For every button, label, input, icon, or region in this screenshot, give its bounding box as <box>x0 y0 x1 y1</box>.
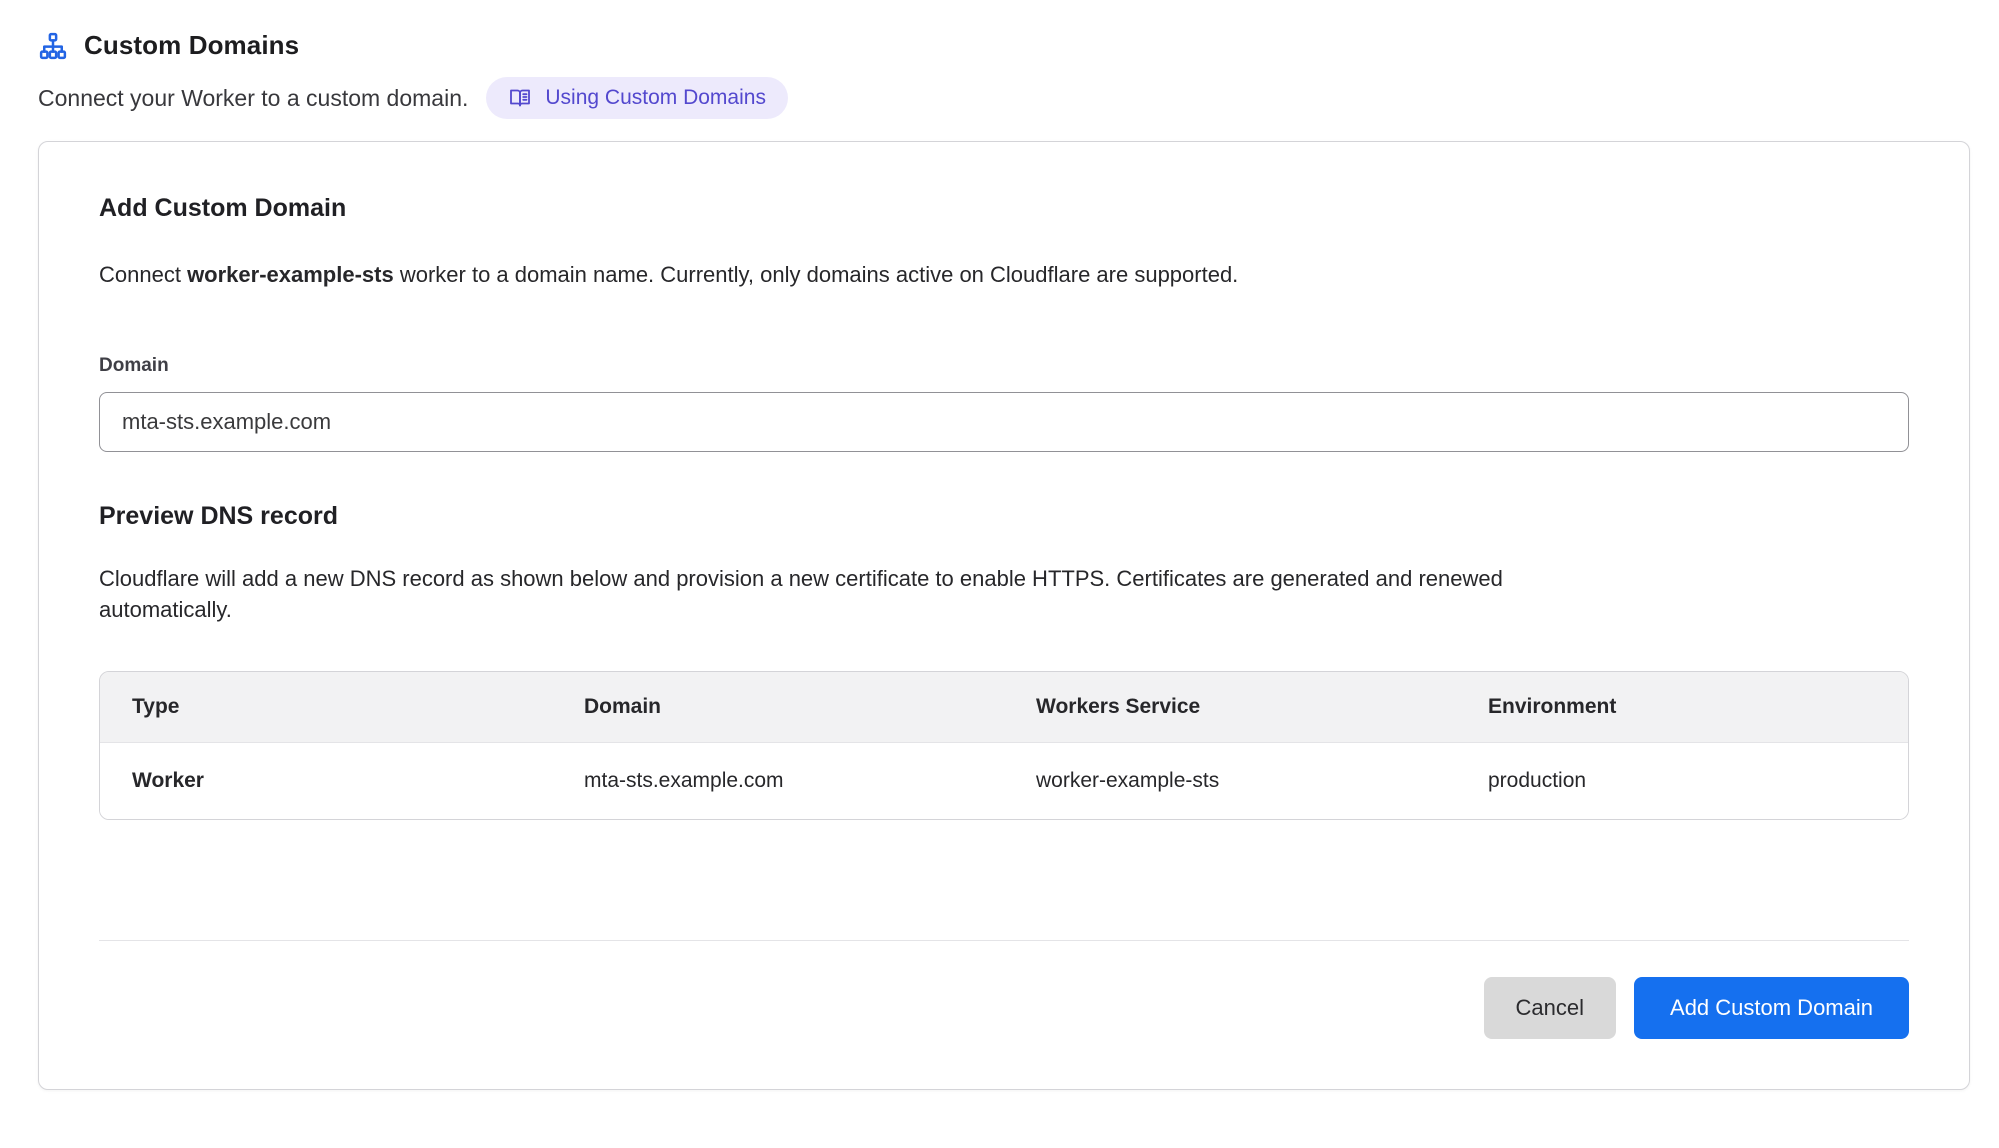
using-custom-domains-link[interactable]: Using Custom Domains <box>486 77 788 119</box>
card-title: Add Custom Domain <box>99 194 1909 223</box>
domain-field-label: Domain <box>99 355 1909 377</box>
column-header-workers-service: Workers Service <box>1004 672 1456 743</box>
cell-type: Worker <box>100 743 552 819</box>
page-title: Custom Domains <box>84 30 299 61</box>
table-row: Worker mta-sts.example.com worker-exampl… <box>100 743 1908 819</box>
dns-preview-table: Type Domain Workers Service Environment … <box>99 671 1909 820</box>
page-subtitle-row: Connect your Worker to a custom domain. … <box>0 61 1999 119</box>
cell-domain: mta-sts.example.com <box>552 743 1004 819</box>
preview-dns-description: Cloudflare will add a new DNS record as … <box>99 563 1559 625</box>
page-subtitle: Connect your Worker to a custom domain. <box>38 85 468 112</box>
cell-workers-service: worker-example-sts <box>1004 743 1456 819</box>
book-icon <box>508 86 532 110</box>
doc-link-label: Using Custom Domains <box>545 86 766 110</box>
add-custom-domain-card: Add Custom Domain Connect worker-example… <box>38 141 1970 1090</box>
add-custom-domain-button[interactable]: Add Custom Domain <box>1634 977 1909 1039</box>
intro-suffix: worker to a domain name. Currently, only… <box>394 262 1239 287</box>
column-header-type: Type <box>100 672 552 743</box>
intro-prefix: Connect <box>99 262 187 287</box>
column-header-domain: Domain <box>552 672 1004 743</box>
sitemap-icon <box>38 31 68 61</box>
domain-input[interactable] <box>99 392 1909 452</box>
card-footer: Cancel Add Custom Domain <box>99 941 1909 1039</box>
cell-environment: production <box>1456 743 1908 819</box>
card-intro-text: Connect worker-example-sts worker to a d… <box>99 259 1909 291</box>
cancel-button[interactable]: Cancel <box>1484 977 1616 1039</box>
column-header-environment: Environment <box>1456 672 1908 743</box>
table-header-row: Type Domain Workers Service Environment <box>100 672 1908 743</box>
page-header: Custom Domains <box>0 0 1999 61</box>
preview-dns-title: Preview DNS record <box>99 502 1909 531</box>
worker-name: worker-example-sts <box>187 262 394 287</box>
